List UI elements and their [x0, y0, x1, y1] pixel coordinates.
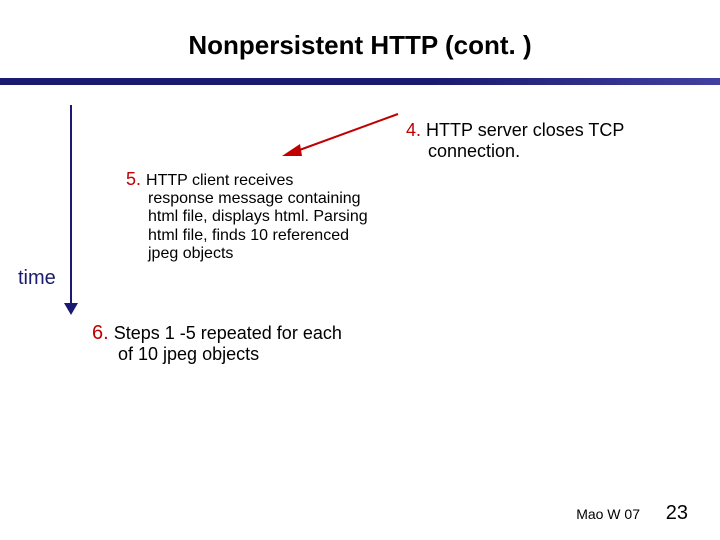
time-axis-arrowhead — [64, 303, 78, 315]
step-4-head: HTTP server closes TCP — [426, 120, 624, 140]
title-rule — [0, 78, 720, 85]
step-4: 4. HTTP server closes TCP connection. — [406, 120, 666, 161]
slide: Nonpersistent HTTP (cont. ) time 4. HTTP… — [0, 0, 720, 540]
step-5-body: response message containing html file, d… — [148, 190, 378, 264]
step-4-number: 4. — [406, 120, 421, 140]
step-5: 5. HTTP client receives — [126, 170, 386, 190]
step-4-body: connection. — [428, 141, 520, 161]
page-number: 23 — [666, 502, 688, 525]
step-6-number: 6. — [92, 322, 109, 344]
step-5-head: HTTP client receives — [146, 172, 293, 189]
time-axis-label: time — [18, 267, 56, 290]
footer-credit: Mao W 07 — [576, 506, 640, 522]
slide-title: Nonpersistent HTTP (cont. ) — [0, 30, 720, 61]
step-6-body: of 10 jpeg objects — [118, 344, 418, 365]
step-6-head: Steps 1 -5 repeated for each — [114, 323, 342, 343]
step-5-number: 5. — [126, 169, 141, 189]
diagonal-arrow-icon — [280, 112, 400, 156]
time-axis-line — [70, 105, 72, 305]
step-6: 6. Steps 1 -5 repeated for each — [92, 322, 412, 344]
